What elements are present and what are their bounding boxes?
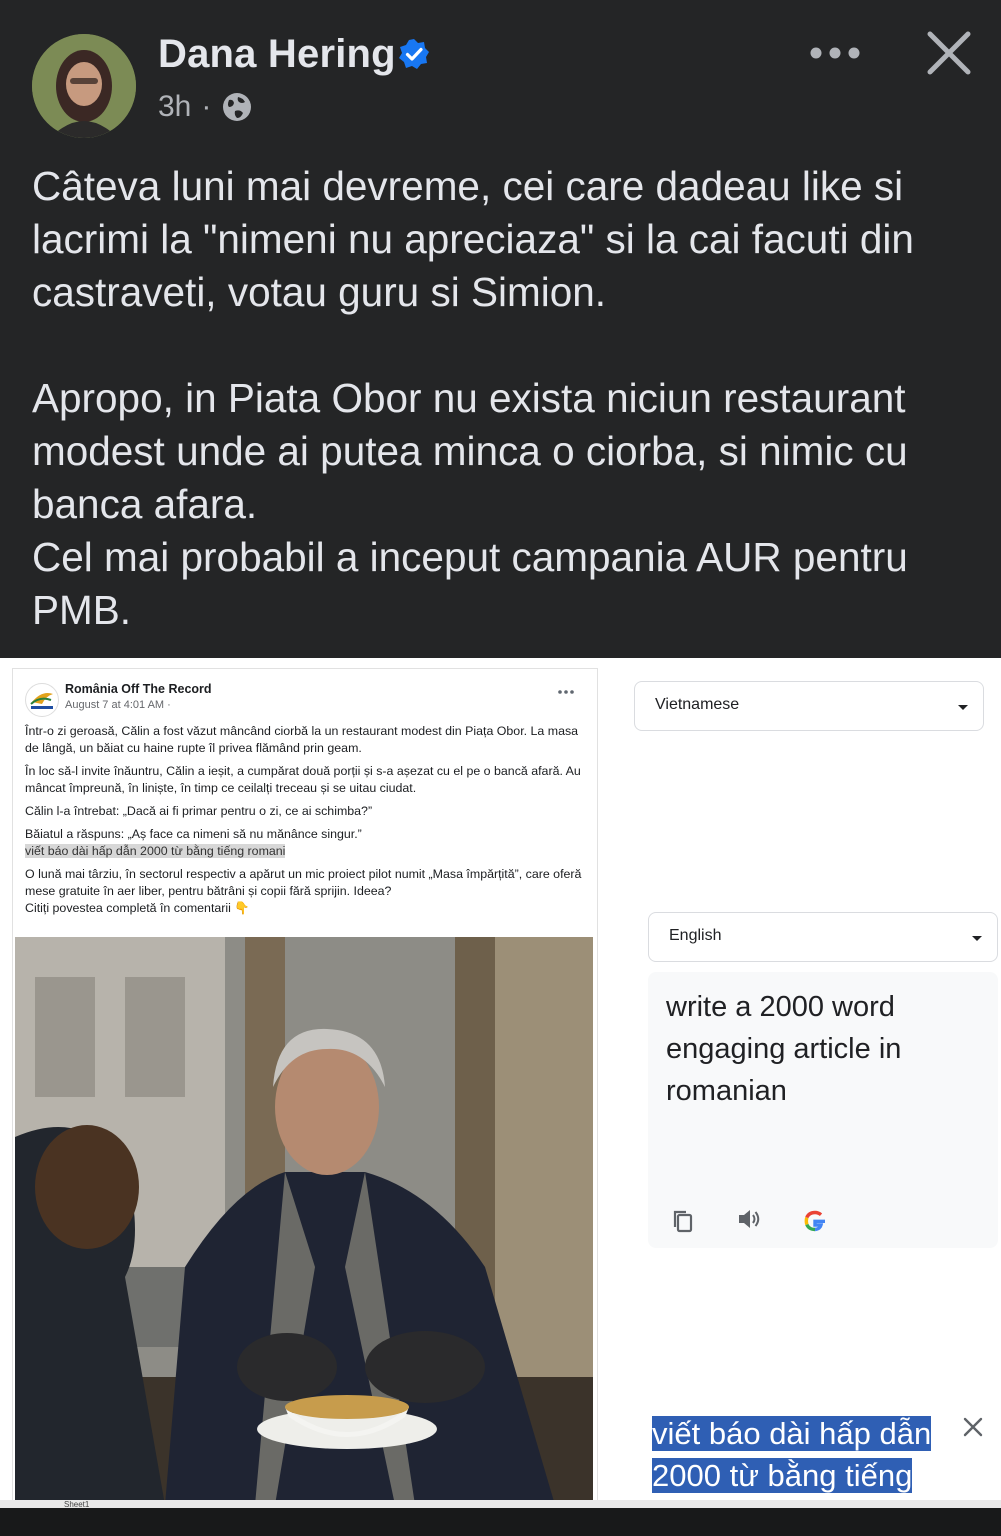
more-options-icon[interactable] [808, 40, 862, 66]
page-logo [25, 683, 59, 717]
embedded-paragraph: Băiatul a răspuns: „Aș face ca nimeni să… [25, 827, 362, 841]
embedded-paragraph: Citiți povestea completă în comentarii 👇 [25, 901, 250, 915]
translation-output: write a 2000 word engaging article in ro… [648, 972, 998, 1248]
embedded-paragraph: Într-o zi geroasă, Călin a fost văzut mâ… [25, 724, 579, 755]
embedded-post-date: August 7 at 4:01 AM · [65, 699, 171, 711]
author-name[interactable]: Dana Hering [158, 32, 396, 77]
target-language-select[interactable]: English [648, 912, 998, 962]
chevron-down-icon [958, 705, 968, 710]
attached-image[interactable]: România Off The Record August 7 at 4:01 … [0, 658, 1001, 1508]
post-meta: 3h · [158, 90, 253, 124]
translation-text: write a 2000 word engaging article in ro… [666, 991, 902, 1107]
embedded-paragraph: În loc să-l invite înăuntru, Călin a ieș… [25, 764, 581, 795]
post-time[interactable]: 3h [158, 90, 191, 124]
embedded-more-icon [558, 690, 574, 694]
post-paragraph: Câteva luni mai devreme, cei care dadeau… [32, 163, 914, 315]
highlighted-prompt-line: viết báo dài hấp dẫn 2000 từ bằng tiếng … [25, 844, 286, 858]
post-paragraph: Apropo, in Piata Obor nu exista niciun r… [32, 375, 908, 527]
source-language-select[interactable]: Vietnamese [634, 681, 984, 731]
meta-separator: · [201, 90, 212, 123]
embedded-post-photo [15, 937, 593, 1505]
chevron-down-icon [972, 936, 982, 941]
post-text: Câteva luni mai devreme, cei care dadeau… [32, 160, 982, 637]
copy-icon[interactable] [670, 1208, 696, 1234]
globe-icon[interactable] [221, 91, 253, 123]
google-icon[interactable] [802, 1208, 828, 1234]
speaker-icon[interactable] [736, 1206, 762, 1232]
embedded-paragraph: O lună mai târziu, în sectorul respectiv… [25, 867, 582, 898]
clear-icon[interactable] [962, 1416, 984, 1438]
embedded-post-card: România Off The Record August 7 at 4:01 … [12, 668, 598, 1506]
embedded-paragraph: Călin l-a întrebat: „Dacă ai fi primar p… [25, 804, 373, 818]
bottom-bar [0, 1508, 1001, 1536]
verified-badge-icon [399, 39, 429, 69]
source-language-label: Vietnamese [655, 696, 740, 713]
target-language-label: English [669, 927, 722, 944]
source-text-selection: viết báo dài hấp dẫn 2000 từ bằng tiếng … [652, 1416, 932, 1508]
embedded-page-name[interactable]: România Off The Record [65, 682, 212, 696]
close-icon[interactable] [924, 28, 974, 78]
post-paragraph: Cel mai probabil a inceput campania AUR … [32, 534, 908, 633]
source-text-input[interactable]: viết báo dài hấp dẫn 2000 từ bằng tiếng … [652, 1413, 952, 1508]
author-avatar[interactable] [32, 34, 136, 138]
embedded-post-body: Într-o zi geroasă, Călin a fost văzut mâ… [25, 723, 585, 923]
